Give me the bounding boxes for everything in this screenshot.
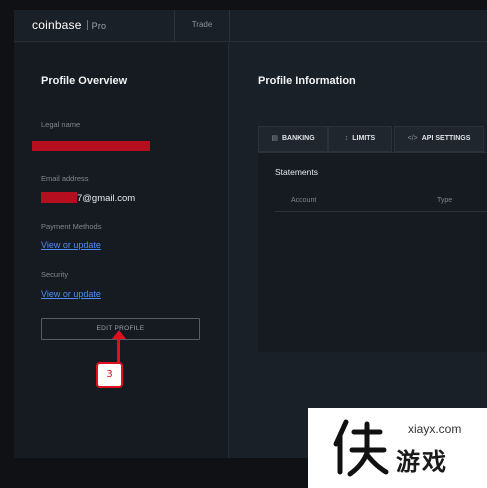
legal-name-label: Legal name bbox=[41, 120, 81, 129]
email-redaction bbox=[41, 192, 77, 203]
profile-overview-sidebar: Profile Overview Legal name Email addres… bbox=[14, 43, 229, 458]
top-bar: coinbase Pro Trade bbox=[14, 10, 487, 42]
email-value: 7@gmail.com bbox=[41, 192, 135, 204]
nav-tab-trade[interactable]: Trade bbox=[174, 10, 230, 42]
site-watermark: xiayx.com 游戏 bbox=[308, 408, 487, 488]
watermark-text: 游戏 bbox=[396, 448, 448, 476]
annotation-arrow-head bbox=[112, 330, 126, 339]
security-label: Security bbox=[41, 270, 69, 279]
security-link[interactable]: View or update bbox=[41, 289, 101, 299]
tab-label: API SETTINGS bbox=[421, 135, 471, 142]
logo-text: coinbase bbox=[32, 18, 82, 32]
column-header-account: Account bbox=[291, 197, 317, 204]
code-icon: </> bbox=[407, 135, 418, 142]
logo-divider bbox=[86, 20, 88, 30]
payment-methods-link[interactable]: View or update bbox=[41, 240, 101, 250]
tab-limits[interactable]: ↕ LIMITS bbox=[328, 126, 392, 152]
email-text: 7@gmail.com bbox=[77, 193, 136, 204]
legal-name-redaction bbox=[32, 141, 150, 151]
bank-icon: ▤ bbox=[271, 135, 278, 142]
annotation-arrow-shaft bbox=[117, 335, 120, 365]
watermark-logo-icon bbox=[333, 419, 389, 477]
tab-label: LIMITS bbox=[352, 135, 376, 142]
tab-banking[interactable]: ▤ BANKING bbox=[258, 126, 328, 152]
page-title: Profile Information bbox=[258, 75, 356, 87]
email-label: Email address bbox=[41, 174, 89, 183]
statements-title: Statements bbox=[275, 167, 318, 177]
statements-panel: Statements Account Type bbox=[258, 152, 487, 352]
logo-suffix: Pro bbox=[91, 21, 107, 31]
watermark-url: xiayx.com bbox=[408, 422, 462, 436]
column-header-type: Type bbox=[437, 197, 453, 204]
coinbase-logo[interactable]: coinbase Pro bbox=[32, 18, 106, 32]
sidebar-title: Profile Overview bbox=[41, 75, 128, 87]
tab-label: BANKING bbox=[281, 135, 315, 142]
profile-tabs: ▤ BANKING ↕ LIMITS </> API SETTINGS bbox=[258, 126, 487, 152]
limits-icon: ↕ bbox=[344, 135, 349, 142]
table-header-divider bbox=[275, 211, 487, 212]
tab-api-settings[interactable]: </> API SETTINGS bbox=[394, 126, 484, 152]
payment-methods-label: Payment Methods bbox=[41, 222, 102, 231]
annotation-step-badge: 3 bbox=[96, 362, 123, 388]
